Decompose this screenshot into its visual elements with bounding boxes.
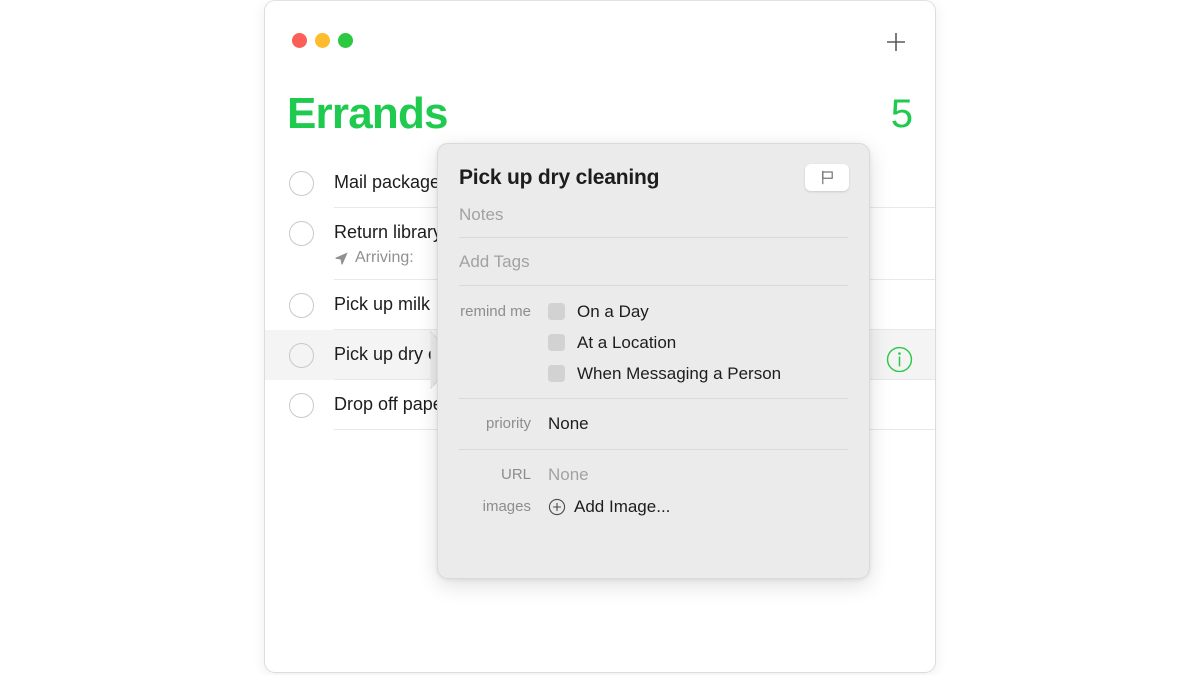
complete-toggle-circle[interactable]	[289, 393, 314, 418]
priority-row[interactable]: priority None	[459, 408, 848, 440]
popover-title: Pick up dry cleaning	[459, 166, 660, 189]
reminder-count: 5	[890, 92, 913, 136]
url-label: URL	[500, 466, 531, 483]
info-circle-icon	[886, 346, 913, 373]
close-window-button[interactable]	[292, 33, 307, 48]
screenshot-root: Errands 5 Mail package Return library bo…	[0, 0, 1200, 675]
complete-toggle-circle[interactable]	[289, 293, 314, 318]
plus-icon	[887, 33, 905, 51]
location-arrow-icon	[335, 252, 348, 265]
plus-circle-icon	[548, 498, 566, 516]
popover-header: Pick up dry cleaning	[438, 144, 869, 192]
remind-me-section: remind me On a Day At a Location When Me…	[459, 286, 848, 399]
add-reminder-button[interactable]	[879, 25, 913, 59]
complete-toggle-circle[interactable]	[289, 171, 314, 196]
checkbox-on-a-day[interactable]	[548, 303, 565, 320]
priority-section: priority None	[459, 399, 848, 450]
images-row[interactable]: images Add Image...	[459, 491, 848, 523]
tags-field[interactable]: Add Tags	[459, 238, 848, 286]
checkbox-when-messaging-a-person[interactable]	[548, 365, 565, 382]
flag-icon	[821, 170, 833, 185]
remind-option-on-a-day[interactable]: remind me On a Day	[459, 296, 848, 327]
remind-option-label: When Messaging a Person	[577, 363, 782, 383]
zoom-window-button[interactable]	[338, 33, 353, 48]
reminder-info-button[interactable]	[886, 346, 913, 373]
complete-toggle-circle[interactable]	[289, 343, 314, 368]
priority-value[interactable]: None	[548, 412, 589, 436]
traffic-lights	[292, 33, 353, 48]
complete-toggle-circle[interactable]	[289, 221, 314, 246]
remind-option-label: At a Location	[577, 332, 677, 352]
checkbox-at-a-location[interactable]	[548, 334, 565, 351]
list-header: Errands 5	[265, 87, 935, 147]
list-item-subtitle-text: Arriving:	[355, 249, 414, 266]
url-value[interactable]: None	[548, 463, 589, 487]
remind-option-at-a-location[interactable]: At a Location	[459, 327, 848, 358]
flag-button[interactable]	[805, 164, 849, 191]
reminder-detail-popover: Pick up dry cleaning Notes Add Tags remi…	[437, 143, 870, 579]
url-images-section: URL None images Add Image...	[459, 450, 848, 523]
remind-option-label: On a Day	[577, 301, 649, 321]
page-title: Errands	[287, 89, 449, 138]
add-image-label: Add Image...	[574, 497, 671, 516]
priority-label: priority	[485, 415, 531, 432]
remind-option-when-messaging[interactable]: When Messaging a Person	[459, 358, 848, 389]
add-image-button[interactable]: Add Image...	[548, 495, 670, 519]
url-row[interactable]: URL None	[459, 459, 848, 491]
remind-me-label: remind me	[460, 302, 531, 320]
window-titlebar	[265, 1, 935, 79]
images-label: images	[482, 498, 531, 515]
notes-field[interactable]: Notes	[459, 192, 848, 238]
minimize-window-button[interactable]	[315, 33, 330, 48]
